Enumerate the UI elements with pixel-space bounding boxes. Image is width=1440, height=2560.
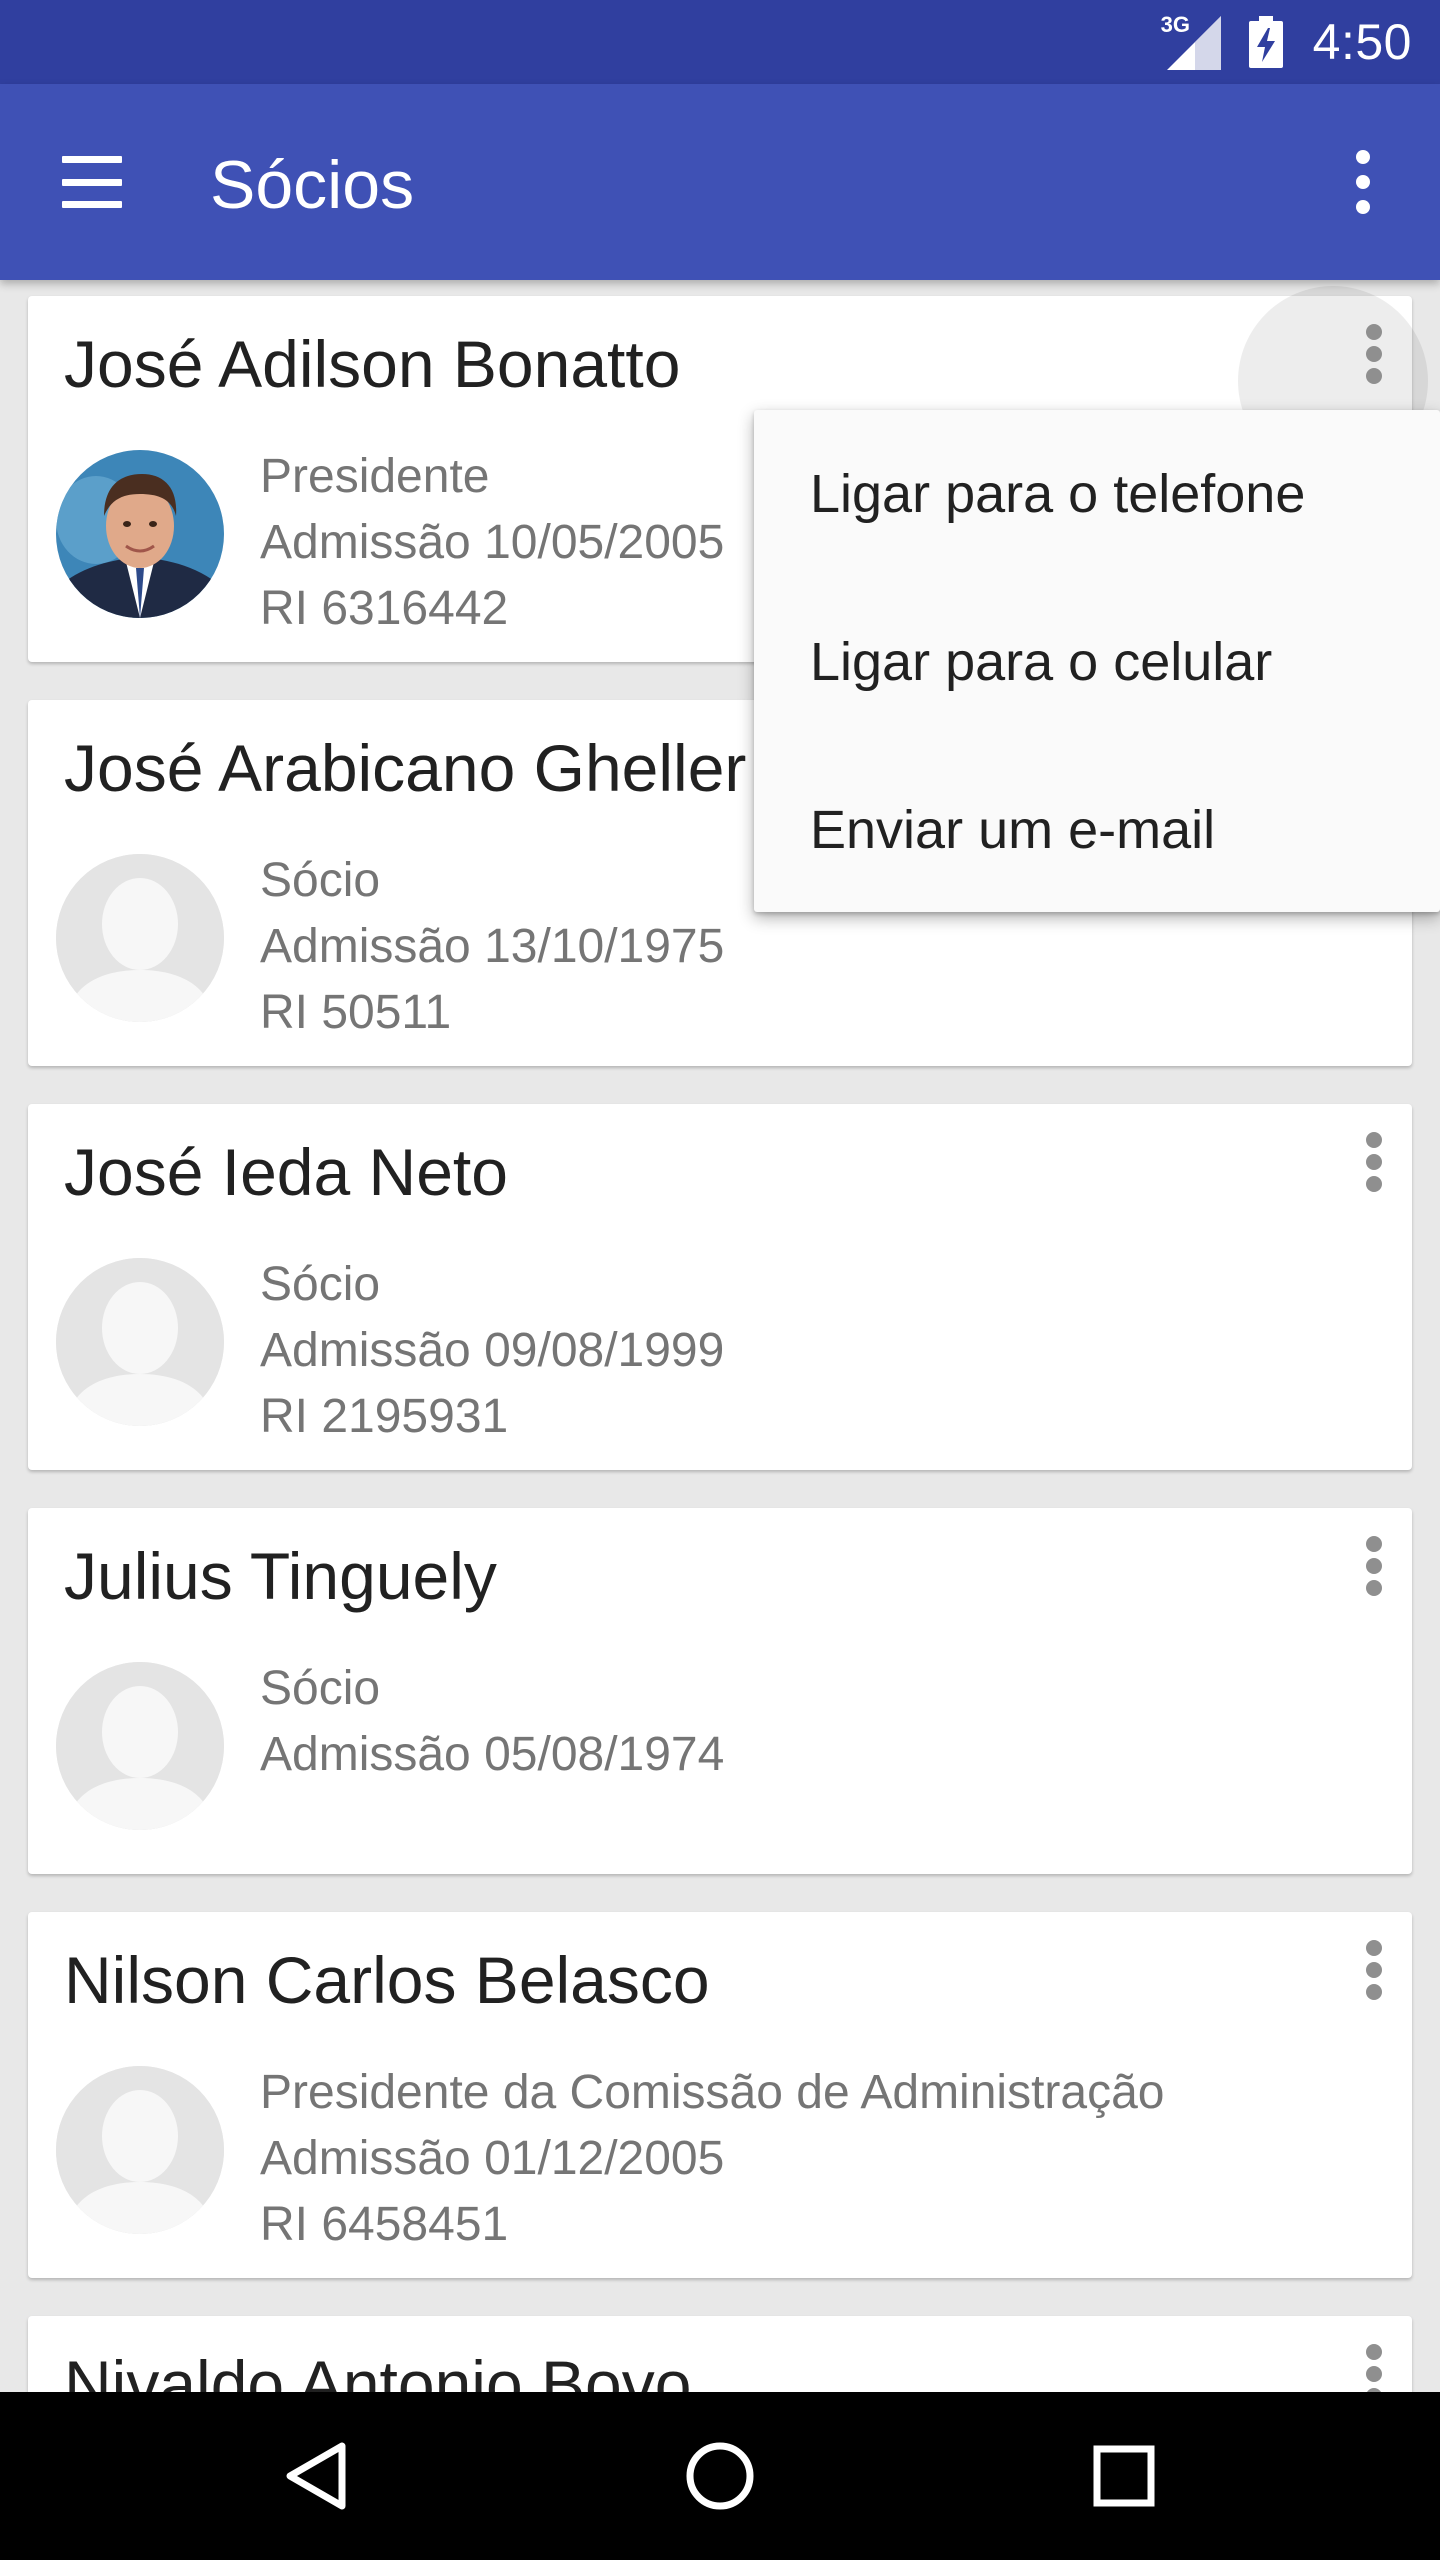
page-title: Sócios <box>210 147 415 223</box>
member-role: Sócio <box>260 1662 381 1715</box>
member-ri: RI 50511 <box>260 986 452 1039</box>
member-card[interactable]: Nivaldo Antonio Bovo <box>28 2316 1412 2392</box>
card-popup-menu: Ligar para o telefone Ligar para o celul… <box>754 410 1440 912</box>
navigation-bar <box>0 2392 1440 2560</box>
member-ri: RI 2195931 <box>260 1390 509 1443</box>
battery-charging-icon <box>1248 16 1283 68</box>
back-icon[interactable] <box>268 2426 368 2526</box>
card-more-vert-icon[interactable] <box>1350 316 1398 392</box>
card-more-vert-icon[interactable] <box>1350 1932 1398 2008</box>
member-name: José Adilson Bonatto <box>64 327 681 401</box>
member-details: Sócio Admissão 13/10/1975 RI 50511 <box>260 848 724 1046</box>
app-bar: Sócios <box>0 84 1440 280</box>
member-role: Sócio <box>260 1258 381 1311</box>
member-ri: RI 6316442 <box>260 582 509 635</box>
network-type: 3G <box>1160 12 1191 37</box>
member-card[interactable]: Julius Tinguely Sócio Admissão 05/08/197… <box>28 1508 1412 1874</box>
avatar-placeholder-icon <box>56 1258 224 1426</box>
more-vert-icon[interactable] <box>1330 146 1396 218</box>
member-name: Nilson Carlos Belasco <box>64 1943 710 2017</box>
member-card[interactable]: Nilson Carlos Belasco Presidente da Comi… <box>28 1912 1412 2278</box>
hamburger-menu-icon[interactable] <box>54 146 130 218</box>
member-admission: Admissão 10/05/2005 <box>260 516 725 569</box>
status-bar: 3G 4:50 <box>0 0 1440 84</box>
member-name: Julius Tinguely <box>64 1539 497 1613</box>
card-more-vert-icon[interactable] <box>1350 1124 1398 1200</box>
member-admission: Admissão 13/10/1975 <box>260 920 725 973</box>
member-admission: Admissão 09/08/1999 <box>260 1324 725 1377</box>
cell-signal-icon: 3G <box>1161 12 1221 70</box>
card-more-vert-icon[interactable] <box>1350 2336 1398 2392</box>
member-ri: RI 6458451 <box>260 2198 509 2251</box>
member-role: Presidente da Comissão de Administração <box>260 2066 1165 2119</box>
member-admission: Admissão 01/12/2005 <box>260 2132 725 2185</box>
member-role: Sócio <box>260 854 381 907</box>
home-icon[interactable] <box>670 2426 770 2526</box>
avatar-placeholder-icon <box>56 1662 224 1830</box>
avatar-placeholder-icon <box>56 2066 224 2234</box>
card-more-vert-icon[interactable] <box>1350 1528 1398 1604</box>
member-details: Presidente Admissão 10/05/2005 RI 631644… <box>260 444 724 642</box>
recents-icon[interactable] <box>1074 2426 1174 2526</box>
member-name: Nivaldo Antonio Bovo <box>64 2347 692 2392</box>
member-role: Presidente <box>260 450 490 503</box>
menu-item-call-phone[interactable]: Ligar para o telefone <box>754 410 1440 578</box>
member-name: José Arabicano Gheller <box>64 731 747 805</box>
member-admission: Admissão 05/08/1974 <box>260 1728 725 1781</box>
menu-item-send-email[interactable]: Enviar um e-mail <box>754 746 1440 914</box>
member-details: Sócio Admissão 05/08/1974 <box>260 1656 724 1788</box>
member-photo <box>56 450 224 618</box>
member-card[interactable]: José Ieda Neto Sócio Admissão 09/08/1999… <box>28 1104 1412 1470</box>
member-details: Presidente da Comissão de Administração … <box>260 2060 1164 2258</box>
avatar-placeholder-icon <box>56 854 224 1022</box>
member-name: José Ieda Neto <box>64 1135 508 1209</box>
clock: 4:50 <box>1312 14 1412 70</box>
member-details: Sócio Admissão 09/08/1999 RI 2195931 <box>260 1252 724 1450</box>
menu-item-call-mobile[interactable]: Ligar para o celular <box>754 578 1440 746</box>
